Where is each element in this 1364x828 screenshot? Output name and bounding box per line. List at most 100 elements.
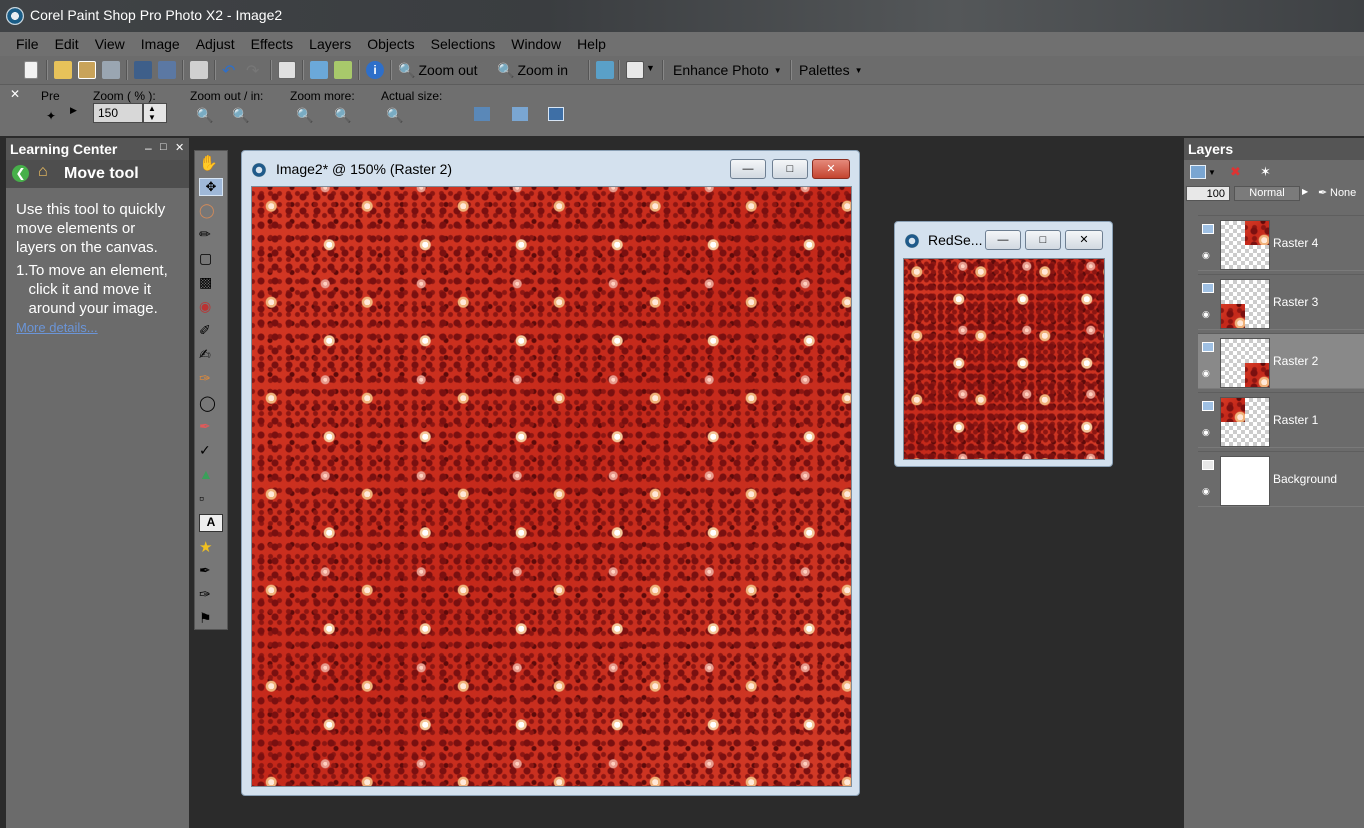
eye-icon[interactable]: ◉ <box>1202 486 1214 496</box>
fit-image-icon[interactable] <box>512 107 528 121</box>
save-icon[interactable] <box>134 61 152 79</box>
image-canvas[interactable] <box>251 186 852 787</box>
menu-selections[interactable]: Selections <box>423 32 504 56</box>
menu-window[interactable]: Window <box>503 32 569 56</box>
layer-properties-icon[interactable]: ✶ <box>1260 164 1271 180</box>
preset-shape-icon[interactable]: ★ <box>199 538 223 556</box>
move-tool-icon[interactable]: ✥ <box>199 178 223 196</box>
undo-icon[interactable]: ↶ <box>222 61 240 80</box>
menu-adjust[interactable]: Adjust <box>188 32 243 56</box>
close-button[interactable]: ✕ <box>812 159 850 179</box>
layer-row-raster-4[interactable]: ◉ Raster 4 <box>1198 215 1364 271</box>
minimize-button[interactable]: — <box>730 159 766 179</box>
palettes-menu[interactable]: Palettes ▼ <box>799 60 863 80</box>
menu-objects[interactable]: Objects <box>359 32 422 56</box>
full-screen-icon[interactable] <box>548 107 564 121</box>
menu-layers[interactable]: Layers <box>301 32 359 56</box>
zoom-more-in-icon[interactable]: 🔍 <box>334 107 351 124</box>
menu-view[interactable]: View <box>87 32 133 56</box>
pan-tool-icon[interactable]: ✋ <box>199 154 223 172</box>
eye-icon[interactable]: ◉ <box>1202 368 1214 378</box>
chevron-right-icon[interactable]: ▶ <box>1302 187 1308 196</box>
crop-tool-icon[interactable]: ▢ <box>199 250 223 268</box>
info-icon[interactable]: i <box>366 61 384 79</box>
presets-dropdown-icon[interactable]: ✦ <box>46 109 56 123</box>
scan-icon[interactable] <box>102 61 120 79</box>
save-as-icon[interactable] <box>158 61 176 79</box>
smudge-tool-icon[interactable]: ✒ <box>199 418 223 436</box>
browse-icon[interactable] <box>78 61 96 79</box>
blend-mode-select[interactable]: Normal <box>1234 186 1300 201</box>
opacity-input[interactable] <box>1186 186 1230 201</box>
zoom-out-button[interactable]: 🔍 Zoom out <box>398 60 478 80</box>
print-icon[interactable] <box>190 61 208 79</box>
makeover-tool-icon[interactable]: ✐ <box>199 322 223 340</box>
close-icon[interactable]: ✕ <box>175 141 184 154</box>
maximize-button[interactable]: □ <box>1025 230 1061 250</box>
photo-tray-icon[interactable] <box>310 61 328 79</box>
layer-row-background[interactable]: ◉ Background <box>1198 451 1364 507</box>
eye-icon[interactable]: ◉ <box>1202 309 1214 319</box>
spin-down-icon[interactable]: ▼ <box>148 113 156 122</box>
eye-icon[interactable]: ◉ <box>1202 250 1214 260</box>
fill-tool-icon[interactable]: ▲ <box>199 466 223 484</box>
actual-size-icon[interactable]: 🔍 <box>386 107 403 124</box>
minimize-icon[interactable]: – <box>145 141 152 155</box>
image-window-main[interactable]: Image2* @ 150% (Raster 2) — □ ✕ <box>241 150 860 796</box>
more-details-link[interactable]: More details... <box>16 320 98 335</box>
eraser-tool-icon[interactable]: ▫ <box>199 490 223 508</box>
chevron-down-icon[interactable]: ▼ <box>646 63 655 73</box>
pen-tool-icon[interactable]: ✒ <box>199 562 223 580</box>
image-canvas[interactable] <box>903 258 1105 460</box>
link-icon[interactable]: ✒ <box>1318 186 1327 199</box>
delete-layer-icon[interactable]: ✖ <box>1230 164 1241 180</box>
dodge-tool-icon[interactable]: ◯ <box>199 394 223 412</box>
new-layer-icon[interactable] <box>1190 165 1206 179</box>
picture-tube-icon[interactable]: ⚑ <box>199 610 223 628</box>
layer-row-raster-1[interactable]: ◉ Raster 1 <box>1198 392 1364 448</box>
menu-edit[interactable]: Edit <box>47 32 87 56</box>
minimize-button[interactable]: — <box>985 230 1021 250</box>
clone-tool-icon[interactable]: ✍ <box>199 346 223 364</box>
eye-icon[interactable]: ◉ <box>1202 427 1214 437</box>
script-dropdown-icon[interactable] <box>626 61 644 79</box>
lasso-tool-icon[interactable]: ◯ <box>199 202 223 220</box>
paint-brush-icon[interactable]: ✑ <box>199 370 223 388</box>
straighten-tool-icon[interactable]: ▩ <box>199 274 223 292</box>
menu-file[interactable]: File <box>8 32 47 56</box>
zoom-in-button[interactable]: 🔍 Zoom in <box>497 60 568 80</box>
dropper-tool-icon[interactable]: ✏ <box>199 226 223 244</box>
enhance-photo-menu[interactable]: Enhance Photo ▼ <box>673 60 782 80</box>
maximize-button[interactable]: □ <box>772 159 808 179</box>
menu-help[interactable]: Help <box>569 32 614 56</box>
layer-row-raster-2[interactable]: ◉ Raster 2 <box>1198 333 1364 389</box>
zoom-out-icon[interactable]: 🔍 <box>196 107 213 124</box>
text-tool-icon[interactable]: A <box>199 514 223 532</box>
open-folder-icon[interactable] <box>54 61 72 79</box>
menu-image[interactable]: Image <box>133 32 188 56</box>
warp-brush-icon[interactable]: ✑ <box>199 586 223 604</box>
red-eye-tool-icon[interactable]: ◉ <box>199 298 223 316</box>
zoom-percent-input[interactable] <box>93 103 143 123</box>
chevron-down-icon[interactable]: ▼ <box>1208 168 1216 177</box>
fit-window-icon[interactable] <box>474 107 490 121</box>
new-file-icon[interactable] <box>24 61 38 79</box>
screenshot-icon[interactable] <box>596 61 614 79</box>
restore-icon[interactable]: □ <box>160 141 167 153</box>
layer-row-raster-3[interactable]: ◉ Raster 3 <box>1198 274 1364 330</box>
mask-mode-label[interactable]: None <box>1330 187 1356 199</box>
edit-photo-icon[interactable] <box>334 61 352 79</box>
redo-icon[interactable]: ↷ <box>246 61 264 80</box>
zoom-in-icon[interactable]: 🔍 <box>232 107 249 124</box>
spin-up-icon[interactable]: ▲ <box>148 104 156 113</box>
back-arrow-icon[interactable]: ❮ <box>12 165 29 182</box>
home-icon[interactable]: ⌂ <box>38 163 48 181</box>
image-window-secondary[interactable]: RedSe... — □ ✕ <box>894 221 1113 467</box>
close-button[interactable]: ✕ <box>1065 230 1103 250</box>
retouch-tool-icon[interactable]: ✓ <box>199 442 223 460</box>
zoom-more-out-icon[interactable]: 🔍 <box>296 107 313 124</box>
chevron-right-icon[interactable]: ▶ <box>70 105 77 116</box>
zoom-spinner[interactable]: ▲ ▼ <box>143 103 167 123</box>
menu-effects[interactable]: Effects <box>243 32 302 56</box>
paste-icon[interactable] <box>278 61 296 79</box>
